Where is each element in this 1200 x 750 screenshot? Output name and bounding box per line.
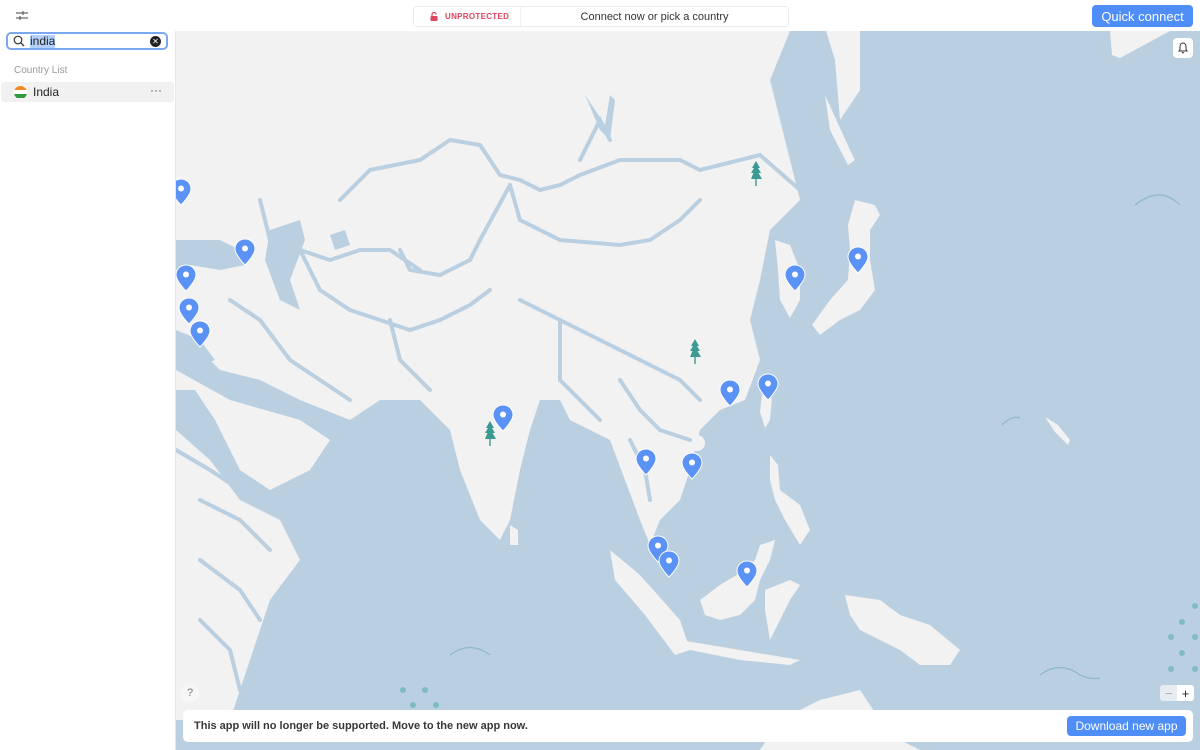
search-input[interactable]: india (30, 34, 56, 48)
connection-status-bar[interactable]: UNPROTECTED Connect now or pick a countr… (413, 6, 789, 27)
server-location-pin[interactable] (176, 178, 192, 206)
top-bar: UNPROTECTED Connect now or pick a countr… (0, 0, 1200, 31)
more-options-button[interactable]: ··· (150, 84, 162, 96)
server-location-pin[interactable] (635, 448, 657, 476)
help-button[interactable]: ? (181, 684, 199, 702)
server-location-pin-india[interactable] (492, 404, 514, 432)
deprecation-banner: This app will no longer be supported. Mo… (183, 710, 1193, 742)
server-location-pin[interactable] (736, 560, 758, 588)
status-message: Connect now or pick a country (580, 10, 729, 23)
world-map[interactable] (176, 31, 1200, 750)
download-new-app-button[interactable]: Download new app (1067, 716, 1186, 736)
search-box[interactable]: india ✕ (6, 32, 168, 50)
search-icon (13, 35, 25, 47)
server-location-pin[interactable] (234, 238, 256, 266)
sidebar: india ✕ Country List India ··· (0, 31, 176, 750)
server-location-pin[interactable] (176, 264, 197, 292)
tree-icon (751, 161, 762, 186)
country-item-india[interactable]: India ··· (1, 82, 174, 102)
country-list-heading: Country List (14, 65, 68, 76)
india-flag-icon (14, 85, 27, 99)
server-location-pin[interactable] (847, 246, 869, 274)
zoom-control: − + (1160, 685, 1194, 701)
server-location-pin[interactable] (681, 452, 703, 480)
unlocked-lock-icon (430, 12, 438, 21)
banner-message: This app will no longer be supported. Mo… (194, 720, 528, 732)
server-location-pin[interactable] (757, 373, 779, 401)
server-location-pin[interactable] (658, 550, 680, 578)
server-location-pin[interactable] (719, 379, 741, 407)
server-location-pin[interactable] (784, 264, 806, 292)
country-name: India (33, 85, 60, 99)
zoom-in-button[interactable]: + (1177, 685, 1194, 701)
notifications-bell-icon[interactable] (1173, 38, 1193, 58)
map-landmasses (176, 31, 1198, 750)
quick-connect-button[interactable]: Quick connect (1092, 5, 1193, 27)
status-label: UNPROTECTED (445, 12, 510, 21)
settings-icon[interactable] (14, 8, 30, 24)
clear-search-icon[interactable]: ✕ (150, 36, 161, 47)
zoom-out-button[interactable]: − (1160, 685, 1177, 701)
tree-icon (690, 339, 701, 364)
server-location-pin[interactable] (189, 320, 211, 348)
